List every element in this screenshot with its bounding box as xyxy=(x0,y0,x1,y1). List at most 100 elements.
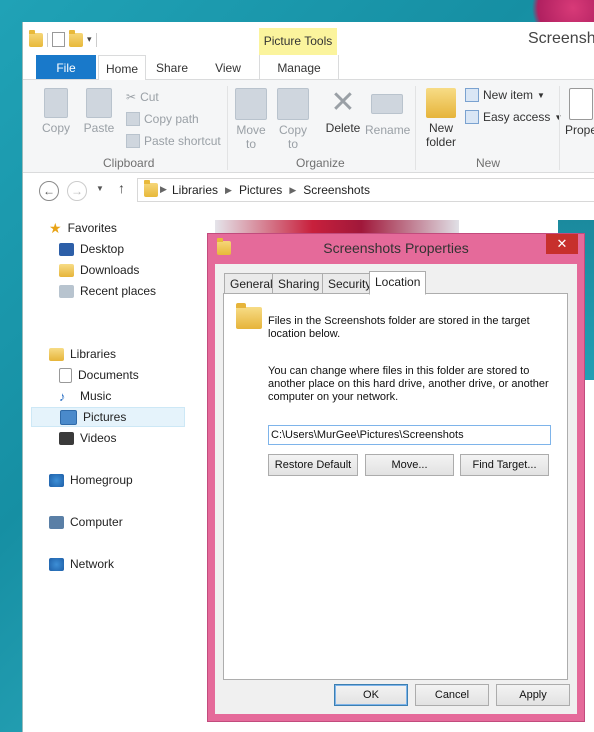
move-button[interactable]: Move... xyxy=(365,454,454,476)
back-button[interactable]: ← xyxy=(39,181,59,201)
nav-videos[interactable]: Videos xyxy=(59,428,223,448)
move-to-icon xyxy=(235,88,267,120)
navigation-pane: ★ Favorites Desktop Downloads Recent pla… xyxy=(23,212,193,732)
move-to-label: Move xyxy=(236,123,266,137)
paste-button[interactable]: Paste xyxy=(81,88,117,135)
nav-network[interactable]: Network xyxy=(49,554,213,574)
nav-network-label: Network xyxy=(70,557,115,571)
nav-music[interactable]: ♪ Music xyxy=(59,386,223,406)
breadcrumb-screenshots[interactable]: Screenshots xyxy=(303,183,370,197)
properties-button[interactable]: Prope xyxy=(565,88,594,137)
nav-libraries-label: Libraries xyxy=(70,347,117,361)
copy-path-label: Copy path xyxy=(144,112,199,126)
dialog-title: Screenshots Properties xyxy=(323,240,469,256)
tab-view[interactable]: View xyxy=(203,55,253,79)
nav-libraries[interactable]: Libraries xyxy=(49,344,213,364)
tab-sharing[interactable]: Sharing xyxy=(272,273,326,295)
paste-shortcut-icon xyxy=(126,134,140,148)
restore-default-button[interactable]: Restore Default xyxy=(268,454,358,476)
delete-button[interactable]: ✕ Delete xyxy=(323,88,363,136)
rename-button[interactable]: Rename xyxy=(365,88,410,137)
tab-share[interactable]: Share xyxy=(148,55,196,79)
paste-shortcut-button[interactable]: Paste shortcut xyxy=(126,134,221,148)
cut-label: Cut xyxy=(140,90,159,104)
dialog-body: General Sharing Security Location Files … xyxy=(215,264,577,714)
forward-button[interactable]: → xyxy=(67,181,87,201)
nav-downloads-label: Downloads xyxy=(80,263,140,277)
tab-manage[interactable]: Manage xyxy=(259,55,339,79)
move-to-label-2: to xyxy=(245,137,256,151)
paste-shortcut-label: Paste shortcut xyxy=(144,134,221,148)
copy-to-label: Copy xyxy=(278,123,307,137)
nav-favorites-label: Favorites xyxy=(67,221,117,235)
chevron-right-icon[interactable]: ▶ xyxy=(289,185,296,196)
videos-icon xyxy=(59,431,74,445)
nav-recent-places[interactable]: Recent places xyxy=(59,281,223,301)
folder-icon xyxy=(236,303,262,329)
change-location-description: You can change where files in this folde… xyxy=(268,365,549,403)
properties-dialog: Screenshots Properties ✕ General Sharing… xyxy=(207,233,585,722)
customize-qat-icon[interactable]: ▾ xyxy=(87,34,92,45)
new-item-label: New item xyxy=(483,88,534,102)
properties-icon[interactable] xyxy=(52,32,65,47)
desktop-icon xyxy=(59,242,74,256)
new-item-button[interactable]: New item ▼ xyxy=(465,88,545,102)
apply-button[interactable]: Apply xyxy=(496,684,570,706)
cancel-button[interactable]: Cancel xyxy=(415,684,489,706)
close-button[interactable]: ✕ xyxy=(546,234,578,254)
nav-music-label: Music xyxy=(80,389,112,403)
folder-icon xyxy=(426,88,456,118)
up-arrow-icon[interactable]: ↑ xyxy=(118,180,125,196)
downloads-icon xyxy=(59,263,74,277)
copy-path-button[interactable]: Copy path xyxy=(126,112,199,126)
tab-home[interactable]: Home xyxy=(98,55,146,81)
nav-documents[interactable]: Documents xyxy=(59,365,223,385)
new-item-icon xyxy=(465,88,479,102)
picture-tools-label: Picture Tools xyxy=(259,28,337,55)
network-icon xyxy=(49,557,64,571)
recent-places-icon xyxy=(59,284,74,298)
tab-file[interactable]: File xyxy=(36,55,96,79)
breadcrumb: Libraries ▶ Pictures ▶ Screenshots xyxy=(172,183,370,197)
find-target-button[interactable]: Find Target... xyxy=(460,454,549,476)
pictures-icon xyxy=(60,409,77,425)
tab-general[interactable]: General xyxy=(224,273,279,295)
copy-label: Copy xyxy=(41,121,70,135)
qat-divider xyxy=(95,32,97,47)
nav-computer-label: Computer xyxy=(70,515,123,529)
nav-pictures[interactable]: Pictures xyxy=(31,407,185,427)
easy-access-button[interactable]: Easy access ▼ xyxy=(465,110,562,124)
new-folder-icon[interactable] xyxy=(69,29,83,47)
nav-desktop[interactable]: Desktop xyxy=(59,239,223,259)
rename-icon xyxy=(371,94,403,114)
tab-location[interactable]: Location xyxy=(369,271,427,295)
breadcrumb-libraries[interactable]: Libraries xyxy=(172,183,218,197)
thumbnail-preview xyxy=(215,220,459,234)
libraries-icon xyxy=(49,347,64,361)
ok-button[interactable]: OK xyxy=(334,684,408,706)
location-path-input[interactable]: C:\Users\MurGee\Pictures\Screenshots xyxy=(268,425,551,445)
address-bar-row: ← → ▼ ↑ ▶ Libraries ▶ Pictures ▶ Screens… xyxy=(23,173,594,207)
nav-favorites[interactable]: ★ Favorites xyxy=(49,218,213,238)
cut-button[interactable]: ✂ Cut xyxy=(126,90,159,104)
recent-locations-chevron-icon[interactable]: ▼ xyxy=(96,184,104,193)
address-bar[interactable]: ▶ Libraries ▶ Pictures ▶ Screenshots xyxy=(137,178,594,202)
new-folder-button[interactable]: New folder xyxy=(421,88,461,149)
nav-videos-label: Videos xyxy=(80,431,117,445)
nav-desktop-label: Desktop xyxy=(80,242,125,256)
quick-access-toolbar: ▾ xyxy=(29,29,97,47)
ribbon-separator xyxy=(559,86,560,170)
ribbon-separator xyxy=(415,86,416,170)
chevron-right-icon[interactable]: ▶ xyxy=(225,185,232,196)
nav-downloads[interactable]: Downloads xyxy=(59,260,223,280)
nav-computer[interactable]: Computer xyxy=(49,512,213,532)
folder-icon xyxy=(29,29,43,47)
copy-to-button[interactable]: Copy to xyxy=(275,88,311,151)
nav-homegroup[interactable]: Homegroup xyxy=(49,470,213,490)
move-to-button[interactable]: Move to xyxy=(233,88,269,151)
copy-button[interactable]: Copy xyxy=(39,88,73,135)
breadcrumb-pictures[interactable]: Pictures xyxy=(239,183,282,197)
location-panel: Files in the Screenshots folder are stor… xyxy=(223,293,568,680)
properties-icon xyxy=(569,88,593,120)
ribbon: Copy Paste ✂ Cut Copy path Paste shortcu… xyxy=(23,80,594,173)
